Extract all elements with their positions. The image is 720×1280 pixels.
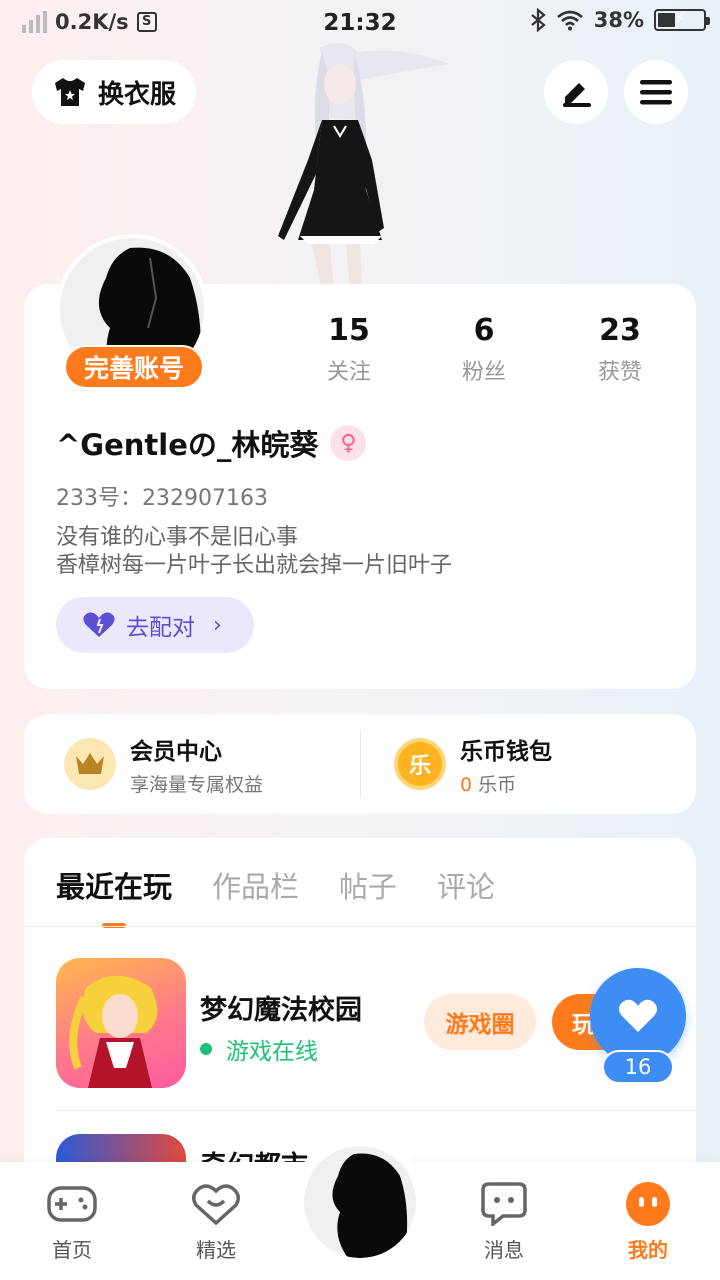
crown-icon [64, 738, 116, 790]
row-divider [56, 1110, 696, 1111]
nav-messages-label: 消息 [484, 1238, 524, 1262]
game-row[interactable]: 梦幻魔法校园 游戏在线 游戏圈 玩 [56, 958, 676, 1088]
bluetooth-icon [531, 8, 546, 32]
stat-following-label: 关注 [326, 360, 371, 385]
status-right: 38% ⚡ [530, 8, 710, 32]
like-count: 16 [602, 1050, 674, 1084]
bio: 没有谁的心事不是旧心事 香樟树每一片叶子长出就会掉一片旧叶子 [56, 524, 452, 580]
tab-divider [24, 926, 696, 927]
stat-fans-value: 6 [473, 313, 495, 348]
stat-fans[interactable]: 6 粉丝 [429, 313, 539, 386]
nav-mine[interactable]: 我的 [603, 1182, 693, 1263]
coin-title: 乐币钱包 [460, 738, 552, 765]
bio-line-1: 没有谁的心事不是旧心事 [56, 525, 299, 550]
wallet-card: 会员中心 享海量专属权益 乐 乐币钱包 0 乐币 [24, 714, 696, 814]
battery-icon: ⚡ [654, 9, 710, 31]
heart-icon [618, 999, 658, 1032]
tab-bar: 最近在玩 作品栏 帖子 评论 [56, 864, 495, 928]
battery-percent: 38% [593, 8, 644, 32]
tab-comments[interactable]: 评论 [437, 864, 495, 906]
stat-fans-label: 粉丝 [461, 360, 506, 385]
vip-center[interactable]: 会员中心 享海量专属权益 [64, 714, 263, 814]
game-name: 梦幻魔法校园 [200, 995, 362, 1026]
stat-likes-value: 23 [599, 313, 641, 348]
message-icon [481, 1182, 527, 1226]
heart-chat-icon [192, 1184, 240, 1225]
female-icon: ♀ [330, 425, 367, 461]
menu-button[interactable] [624, 60, 688, 124]
nav-mine-label: 我的 [628, 1238, 668, 1262]
bio-line-2: 香樟树每一片叶子长出就会掉一片旧叶子 [56, 553, 453, 578]
complete-account-badge[interactable]: 完善账号 [64, 345, 204, 389]
coin-icon: 乐 [394, 738, 446, 790]
match-label: 去配对 [126, 615, 195, 641]
nav-featured[interactable]: 精选 [171, 1182, 261, 1263]
coin-unit: 乐币 [472, 773, 517, 796]
vip-subtitle: 享海量专属权益 [130, 773, 264, 796]
divider [360, 730, 361, 798]
stat-following-value: 15 [328, 313, 370, 348]
coin-amount: 0 [460, 773, 473, 796]
gamepad-icon [47, 1186, 97, 1222]
stat-following[interactable]: 15 关注 [294, 313, 404, 386]
game-circle-button[interactable]: 游戏圈 [424, 994, 536, 1050]
username-text: ^Gentleの_林皖葵 [56, 428, 319, 462]
menu-icon [640, 80, 672, 105]
tshirt-icon [54, 78, 85, 106]
heart-icon [83, 612, 115, 637]
nav-featured-label: 精选 [196, 1238, 236, 1262]
coin-icon-text: 乐 [408, 754, 431, 779]
match-button[interactable]: 去配对 › [56, 597, 254, 653]
vip-title: 会员中心 [130, 738, 222, 765]
online-dot-icon [200, 1043, 212, 1055]
nav-home-label: 首页 [52, 1238, 92, 1262]
tab-works[interactable]: 作品栏 [212, 864, 299, 906]
coin-balance: 0 乐币 [460, 770, 552, 797]
avatar-silhouette-icon [332, 1153, 408, 1258]
edit-button[interactable] [544, 60, 608, 124]
avatar-character-figure[interactable] [250, 40, 470, 290]
game-icon [56, 958, 186, 1088]
pen-icon [563, 83, 591, 107]
username: ^Gentleの_林皖葵 ♀ [56, 422, 367, 464]
nav-messages[interactable]: 消息 [459, 1182, 549, 1263]
nav-home[interactable]: 首页 [27, 1182, 117, 1263]
tab-recently-played[interactable]: 最近在玩 [56, 864, 172, 928]
profile-face-icon [626, 1182, 670, 1226]
stat-likes-label: 获赞 [597, 360, 642, 385]
user-id: 233号：232907163 [56, 486, 268, 511]
game-online-status: 游戏在线 [200, 1032, 318, 1066]
chevron-right-icon: › [213, 612, 222, 638]
wifi-icon [556, 10, 583, 31]
coin-wallet[interactable]: 乐 乐币钱包 0 乐币 [394, 714, 552, 814]
change-outfit-label: 换衣服 [97, 79, 176, 110]
nav-center-avatar[interactable] [304, 1146, 416, 1258]
tab-posts[interactable]: 帖子 [339, 864, 397, 906]
game-status-text: 游戏在线 [226, 1039, 318, 1065]
stat-likes[interactable]: 23 获赞 [565, 313, 675, 386]
change-outfit-button[interactable]: 换衣服 [32, 60, 196, 124]
